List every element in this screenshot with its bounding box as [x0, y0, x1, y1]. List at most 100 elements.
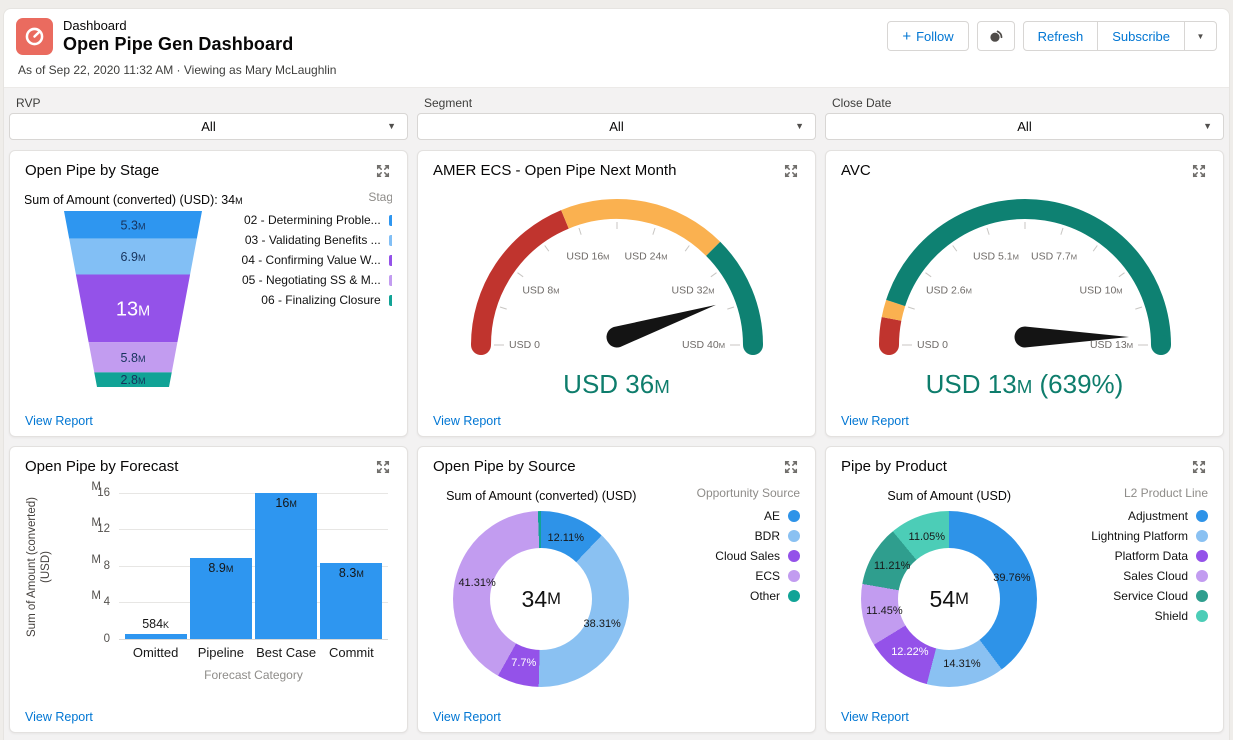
bar-value-label: 8.9M — [208, 561, 233, 575]
expand-button[interactable] — [782, 458, 800, 479]
plot-row: 16M12M8M4M0584K8.9M16M8.3M — [81, 491, 388, 639]
filter-segment: Segment All ▼ — [417, 96, 816, 140]
rvp-dropdown[interactable]: All ▼ — [9, 113, 408, 140]
more-actions-button[interactable]: ▼ — [1185, 21, 1217, 51]
chevron-down-icon: ▼ — [1203, 114, 1212, 139]
bar-omitted[interactable]: 584K — [125, 634, 187, 639]
bar-best-case[interactable]: 16M — [255, 493, 317, 639]
subscribe-button[interactable]: Subscribe — [1098, 21, 1185, 51]
chart-label: USD 7.7M — [1031, 251, 1077, 263]
view-report-link[interactable]: View Report — [433, 710, 800, 724]
legend-label: Platform Data — [1115, 549, 1188, 563]
gauge-band — [564, 209, 712, 249]
bar-value-label: 16M — [275, 496, 296, 510]
legend-swatch — [1196, 590, 1208, 602]
view-report-link[interactable]: View Report — [433, 414, 800, 428]
chatter-icon — [987, 27, 1005, 45]
follow-button[interactable]: + Follow — [887, 21, 968, 51]
legend-label: BDR — [755, 529, 780, 543]
legend-swatch — [389, 215, 392, 226]
bars-container: 584K 8.9M 16M 8.3M — [119, 491, 388, 639]
chart-subtitle: Sum of Amount (converted) (USD): 34M — [25, 193, 243, 207]
legend-title: Stage — [368, 190, 392, 204]
gauge-svg: USD 0USD 2.6MUSD 5.1MUSD 7.7MUSD 10MUSD … — [841, 183, 1208, 371]
gauge-band — [895, 209, 1160, 345]
segment-dropdown[interactable]: All ▼ — [417, 113, 816, 140]
donut-center: 54M — [898, 548, 1000, 650]
legend-label: 03 - Validating Benefits ... — [245, 233, 381, 247]
gauge-chart-avc: USD 0USD 2.6MUSD 5.1MUSD 7.7MUSD 10MUSD … — [841, 183, 1208, 414]
slice-label: 12.22% — [891, 646, 928, 658]
legend-item: AE — [764, 509, 800, 523]
legend-item: 03 - Validating Benefits ... — [245, 233, 392, 247]
widget-title: Pipe by Product — [841, 458, 947, 475]
x-labels-row: OmittedPipelineBest CaseCommit — [81, 645, 388, 660]
view-report-link[interactable]: View Report — [25, 414, 392, 428]
refresh-button[interactable]: Refresh — [1023, 21, 1099, 51]
legend-item: Cloud Sales — [715, 549, 800, 563]
page-title: Open Pipe Gen Dashboard — [63, 34, 293, 55]
gauge-glyph-icon — [24, 26, 45, 47]
legend-title: L2 Product Line — [1124, 486, 1208, 500]
legend-label: Lightning Platform — [1091, 529, 1188, 543]
legend-item: 06 - Finalizing Closure — [261, 293, 392, 307]
legend-item: BDR — [755, 529, 800, 543]
donut-chart-product: Sum of Amount (USD)54M39.76%14.31%12.22%… — [841, 479, 1208, 710]
legend-label: Other — [750, 589, 780, 603]
close-date-dropdown[interactable]: All ▼ — [825, 113, 1224, 140]
gauge-band — [891, 303, 895, 319]
dashboard-canvas: RVP All ▼ Segment All ▼ Close Date All ▼ — [4, 87, 1229, 740]
gauge-value: USD 36M — [563, 369, 670, 400]
card-open-pipe-by-forecast: Open Pipe by Forecast Sum of Amount (con… — [9, 446, 408, 733]
donut-ring[interactable]: 34M12.11%38.31%7.7%41.31% — [453, 511, 629, 687]
widget-title: Open Pipe by Stage — [25, 162, 159, 179]
bar-pipeline[interactable]: 8.9M — [190, 558, 252, 639]
view-report-link[interactable]: View Report — [841, 414, 1208, 428]
legend-label: Cloud Sales — [715, 549, 780, 563]
legend-swatch — [1196, 550, 1208, 562]
y-tick-label: 16M — [97, 487, 110, 499]
gauge-chart-amer: USD 0USD 8MUSD 16MUSD 24MUSD 32MUSD 40MU… — [433, 183, 800, 414]
expand-button[interactable] — [1190, 162, 1208, 183]
legend-swatch — [389, 255, 392, 266]
slice-label: 11.05% — [909, 531, 946, 543]
widget-title: Open Pipe by Source — [433, 458, 576, 475]
bar-chart-area: Sum of Amount (converted)(USD)16M12M8M4M… — [25, 479, 392, 682]
chart-label: USD 13M — [1089, 339, 1132, 351]
legend-label: 04 - Confirming Value W... — [242, 253, 381, 267]
collaboration-button[interactable] — [977, 21, 1015, 51]
funnel-svg: 5.3M6.9M13M5.8M2.8M — [31, 209, 236, 389]
slice-label: 14.31% — [943, 658, 980, 670]
donut-ring[interactable]: 54M39.76%14.31%12.22%11.45%11.21%11.05% — [861, 511, 1037, 687]
chart-legend: Opportunity SourceAEBDRCloud SalesECSOth… — [650, 479, 800, 710]
legend-item: 02 - Determining Proble... — [244, 213, 392, 227]
view-report-link[interactable]: View Report — [25, 710, 392, 724]
card-avc-gauge: AVC USD 0USD 2.6MUSD 5.1MUSD 7.7MUSD 10M… — [825, 150, 1224, 437]
expand-button[interactable] — [1190, 458, 1208, 479]
bar-commit[interactable]: 8.3M — [320, 563, 382, 639]
chart-label: USD 40M — [681, 339, 724, 351]
widget-title: Open Pipe by Forecast — [25, 458, 178, 475]
x-category-label: Omitted — [125, 645, 187, 660]
widget-title: AVC — [841, 162, 871, 179]
dashboard-panel: Dashboard Open Pipe Gen Dashboard + Foll… — [3, 8, 1230, 740]
slice-label: 12.11% — [548, 532, 585, 544]
expand-button[interactable] — [374, 162, 392, 183]
chart-subtitle: Sum of Amount (USD) — [887, 489, 1011, 503]
legend-swatch — [788, 530, 800, 542]
legend-item: Service Cloud — [1113, 589, 1208, 603]
widget-title: AMER ECS - Open Pipe Next Month — [433, 162, 676, 179]
expand-button[interactable] — [374, 458, 392, 479]
chart-label: USD 0 — [509, 339, 540, 351]
legend-item: 04 - Confirming Value W... — [242, 253, 392, 267]
gauge-value: USD 13M (639%) — [926, 369, 1124, 400]
legend-label: 06 - Finalizing Closure — [261, 293, 380, 307]
funnel-column: Sum of Amount (converted) (USD): 34M 5.3M… — [25, 183, 242, 414]
card-open-pipe-by-source: Open Pipe by Source Sum of Amount (conve… — [417, 446, 816, 733]
donut-chart-source: Sum of Amount (converted) (USD)34M12.11%… — [433, 479, 800, 710]
expand-button[interactable] — [782, 162, 800, 183]
gridline — [119, 639, 388, 640]
view-report-link[interactable]: View Report — [841, 710, 1208, 724]
chart-legend: L2 Product LineAdjustmentLightning Platf… — [1058, 479, 1208, 710]
legend-swatch — [788, 510, 800, 522]
